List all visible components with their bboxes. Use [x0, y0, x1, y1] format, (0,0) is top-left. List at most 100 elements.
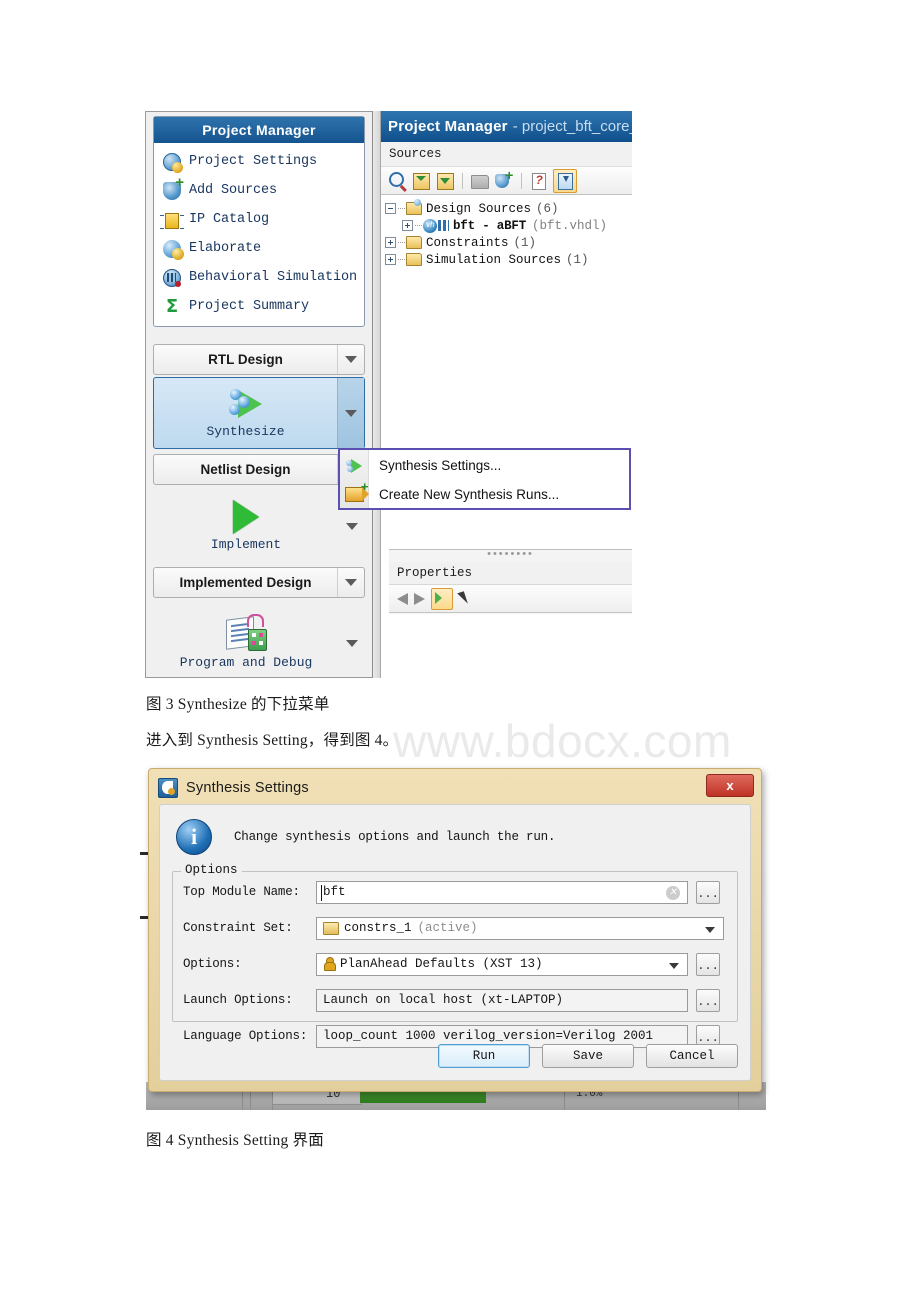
strategy-icon [323, 957, 336, 971]
sidebar-item-ip-catalog[interactable]: IP Catalog [154, 205, 364, 234]
sidebar-item-add-sources[interactable]: Add Sources [154, 176, 364, 205]
flow-step-program-and-debug[interactable]: Program and Debug [153, 604, 365, 682]
add-sources-icon[interactable] [494, 167, 514, 191]
figure-3-flow-navigator: Project Manager Project Settings Add Sou… [145, 111, 731, 767]
flow-step-implement[interactable]: Implement [153, 490, 365, 562]
options-group-legend: Options [181, 863, 242, 877]
project-manager-pane: Project Manager - project_bft_core_ Sour… [372, 111, 632, 678]
toolbar-divider [521, 172, 522, 189]
tree-row-count: (1) [513, 235, 537, 250]
chevron-down-icon[interactable] [669, 962, 679, 969]
tree-connector [398, 258, 405, 261]
properties-section: •••••••• Properties [389, 549, 632, 614]
flow-step-label: Implemented Design [179, 575, 312, 590]
constraint-set-dropdown[interactable]: constrs_1 (active) [316, 916, 724, 940]
flow-step-synthesize[interactable]: Synthesize [153, 377, 365, 449]
flow-navigator-panel: Project Manager Project Settings Add Sou… [145, 111, 373, 678]
expand-toggle-icon[interactable] [385, 254, 396, 265]
expand-toggle-icon[interactable] [385, 237, 396, 248]
folder-icon [406, 253, 422, 266]
sidebar-item-behavioral-simulation[interactable]: Behavioral Simulation [154, 263, 364, 292]
tree-row-file: (bft.vhdl) [532, 218, 608, 233]
chevron-down-icon[interactable] [705, 926, 715, 933]
flow-step-label: Program and Debug [179, 655, 313, 670]
properties-icon[interactable] [431, 587, 453, 610]
sidebar-item-elaborate[interactable]: Elaborate [154, 234, 364, 263]
open-folder-icon[interactable] [470, 171, 490, 191]
menu-item-create-new-synthesis-runs[interactable]: Create New Synthesis Runs... [340, 479, 629, 509]
expand-toggle-icon[interactable] [402, 220, 413, 231]
chevron-down-icon[interactable] [337, 345, 364, 374]
close-button[interactable]: x [706, 774, 754, 797]
open-folder-icon [406, 202, 422, 215]
flow-step-netlist-design[interactable]: Netlist Design [153, 454, 365, 485]
back-arrow-icon[interactable] [397, 592, 408, 605]
flow-step-implemented-design[interactable]: Implemented Design [153, 567, 365, 598]
synthesis-settings-dialog: Synthesis Settings x i Change synthesis … [148, 768, 762, 1092]
menu-item-synthesis-settings[interactable]: Synthesis Settings... [340, 451, 629, 480]
dialog-title: Synthesis Settings [186, 779, 309, 796]
project-manager-items: Project Settings Add Sources IP Catalog … [154, 143, 364, 326]
pane-title-bar: Project Manager - project_bft_core_ [381, 111, 632, 142]
synthesize-icon [226, 387, 266, 421]
dock-icon[interactable] [553, 168, 577, 193]
field-label: Options: [183, 957, 242, 971]
tree-row-design-sources[interactable]: Design Sources (6) [385, 200, 632, 217]
chevron-down-icon[interactable] [337, 568, 364, 597]
expand-all-icon[interactable] [435, 171, 455, 191]
constraints-folder-icon [323, 921, 339, 935]
field-label: Constraint Set: [183, 921, 293, 935]
sources-section-label: Sources [381, 142, 632, 167]
browse-button[interactable]: ... [696, 988, 720, 1012]
program-debug-icon [224, 614, 268, 652]
info-icon: i [176, 819, 212, 855]
clear-icon[interactable]: ✕ [666, 885, 680, 900]
play-icon [233, 500, 259, 534]
top-module-name-input[interactable]: bft ✕ [316, 880, 688, 904]
options-strategy-dropdown[interactable]: PlanAhead Defaults (XST 13) [316, 952, 688, 976]
forward-arrow-icon[interactable] [414, 592, 425, 605]
menu-item-label: Create New Synthesis Runs... [379, 487, 560, 502]
tree-connector [415, 224, 422, 227]
field-row-top-module-name: Top Module Name: bft ✕ ... [183, 876, 737, 908]
browse-button[interactable]: ... [696, 880, 720, 904]
synthesize-context-menu: Synthesis Settings... Create New Synthes… [338, 448, 631, 510]
cancel-button[interactable]: Cancel [646, 1044, 738, 1068]
collapse-toggle-icon[interactable] [385, 203, 396, 214]
dialog-body: i Change synthesis options and launch th… [159, 804, 751, 1081]
chevron-down-icon[interactable] [339, 604, 365, 682]
info-banner: i Change synthesis options and launch th… [160, 805, 750, 865]
cursor-arrow-icon[interactable] [457, 591, 468, 606]
synthesize-dropdown-button[interactable] [337, 378, 364, 448]
sidebar-item-label: Behavioral Simulation [189, 270, 358, 285]
app-icon [158, 777, 178, 798]
dialog-title-bar[interactable]: Synthesis Settings x [154, 774, 756, 801]
sidebar-item-label: Add Sources [189, 183, 278, 198]
field-label: Top Module Name: [183, 885, 300, 899]
run-button[interactable]: Run [438, 1044, 530, 1068]
sidebar-item-project-summary[interactable]: Σ Project Summary [154, 292, 364, 321]
watermark: www.bdocx.com [393, 715, 732, 767]
tree-connector [398, 241, 405, 244]
tree-row-label: Simulation Sources [426, 252, 562, 267]
gear-ball-icon [163, 152, 183, 173]
help-icon[interactable] [529, 171, 549, 191]
field-label: Language Options: [183, 1029, 308, 1043]
tree-row-bft-module[interactable]: vh bft - aBFT (bft.vhdl) [385, 217, 632, 234]
collapse-all-icon[interactable] [411, 171, 431, 191]
tree-row-simulation-sources[interactable]: Simulation Sources (1) [385, 251, 632, 268]
toolbar-divider [462, 172, 463, 189]
splitter-handle[interactable]: •••••••• [389, 549, 632, 562]
flow-step-rtl-design[interactable]: RTL Design [153, 344, 365, 375]
flow-step-label: Synthesize [206, 424, 285, 439]
search-icon[interactable] [387, 171, 407, 191]
save-button[interactable]: Save [542, 1044, 634, 1068]
sidebar-item-project-settings[interactable]: Project Settings [154, 147, 364, 176]
menu-item-label: Synthesis Settings... [379, 458, 502, 473]
caption-figure-4: 图 4 Synthesis Setting 界面 [146, 1132, 324, 1149]
tree-row-constraints[interactable]: Constraints (1) [385, 234, 632, 251]
hierarchy-icon [438, 220, 449, 231]
browse-button[interactable]: ... [696, 952, 720, 976]
field-value: constrs_1 [344, 921, 412, 935]
tree-connector [398, 207, 405, 210]
